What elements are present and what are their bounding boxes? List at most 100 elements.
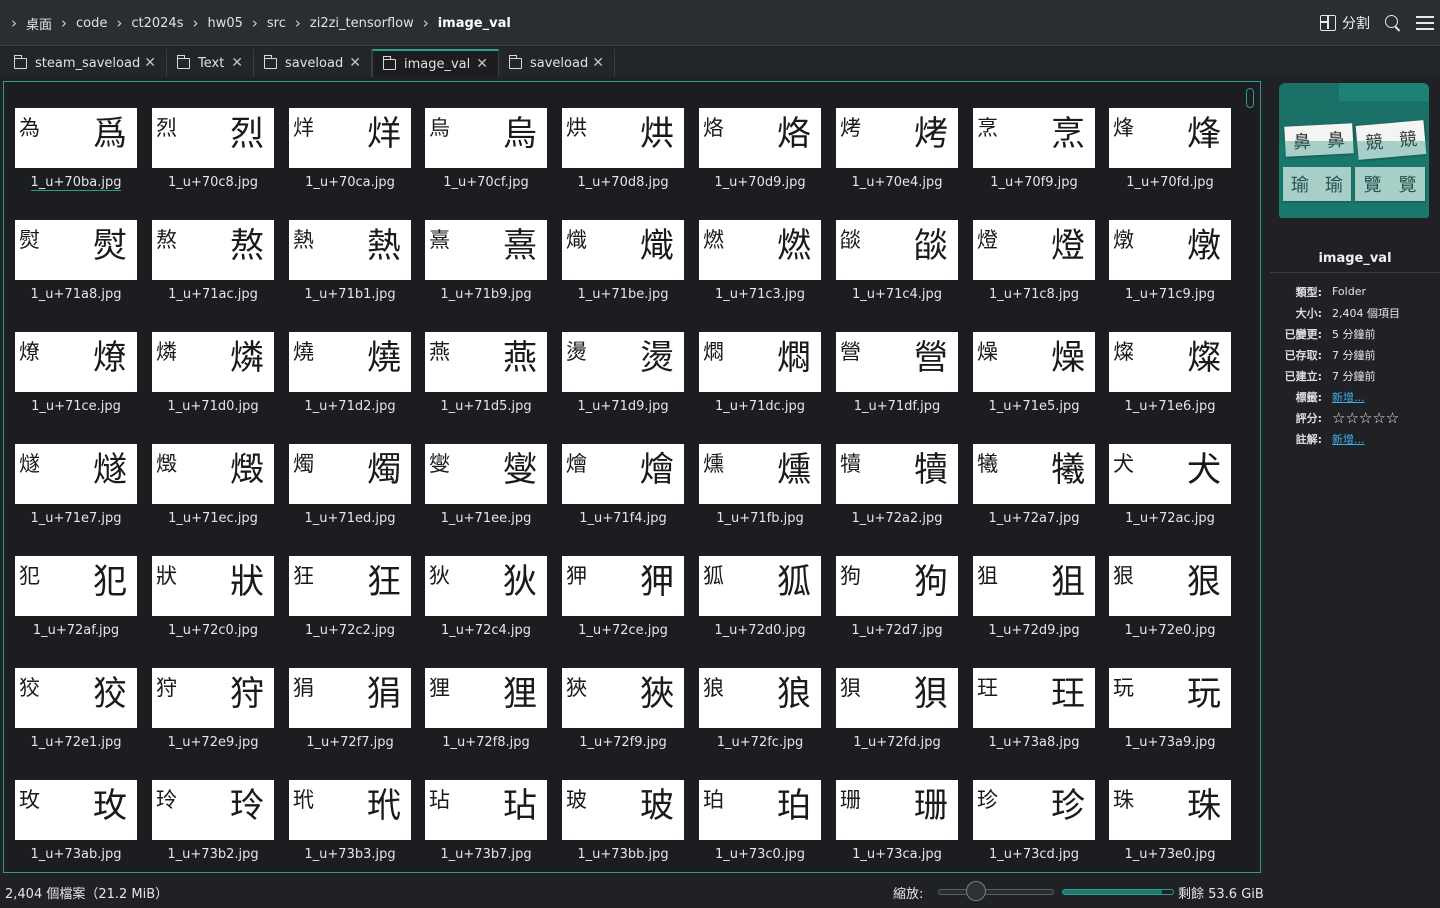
file-item[interactable]: 燒燒 1_u+71d2.jpg [289,332,411,432]
add-link[interactable]: 新增... [1332,389,1365,405]
rating-stars[interactable]: ☆☆☆☆☆ [1332,409,1399,427]
file-item[interactable]: 為爲 1_u+70ba.jpg [15,108,137,208]
file-item[interactable]: 狠狠 1_u+72e0.jpg [1109,556,1231,656]
tab[interactable]: Text ✕ [167,49,254,77]
file-item[interactable]: 狼狼 1_u+72fc.jpg [699,668,821,768]
file-item[interactable]: 烤烤 1_u+70e4.jpg [836,108,958,208]
file-item[interactable]: 熹熹 1_u+71b9.jpg [425,220,547,320]
breadcrumb-item[interactable]: › hw05 [183,14,242,32]
file-item[interactable]: 狷狷 1_u+72f7.jpg [289,668,411,768]
file-item[interactable]: 熾熾 1_u+71be.jpg [562,220,684,320]
close-tab-icon[interactable]: ✕ [231,55,243,71]
file-item[interactable]: 燃燃 1_u+71c3.jpg [699,220,821,320]
file-item[interactable]: 燦燦 1_u+71e6.jpg [1109,332,1231,432]
file-item[interactable]: 珍珍 1_u+73cd.jpg [973,780,1095,872]
file-item[interactable]: 燴燴 1_u+71f4.jpg [562,444,684,544]
file-item[interactable]: 熬熬 1_u+71ac.jpg [152,220,274,320]
file-item[interactable]: 狎狎 1_u+72ce.jpg [562,556,684,656]
file-item[interactable]: 燬燬 1_u+71ec.jpg [152,444,274,544]
file-item[interactable]: 狹狹 1_u+72f9.jpg [562,668,684,768]
zoom-slider-handle[interactable] [966,881,986,901]
file-item[interactable]: 狗狗 1_u+72d7.jpg [836,556,958,656]
file-item[interactable]: 燐燐 1_u+71d0.jpg [152,332,274,432]
file-item[interactable]: 犢犢 1_u+72a2.jpg [836,444,958,544]
file-icon-view[interactable]: 為爲 1_u+70ba.jpg 烈烈 1_u+70c8.jpg 烊烊 1_u+70ca.j… [3,81,1261,873]
tab[interactable]: steam_saveload ✕ [4,49,167,77]
file-item[interactable]: 燕燕 1_u+71d5.jpg [425,332,547,432]
file-item[interactable]: 燜燜 1_u+71dc.jpg [699,332,821,432]
file-item[interactable]: 燉燉 1_u+71c9.jpg [1109,220,1231,320]
image-thumbnail: 狄狄 [425,556,547,616]
breadcrumb-item[interactable]: › ct2024s [107,14,183,32]
file-item[interactable]: 玲玲 1_u+73b2.jpg [152,780,274,872]
close-tab-icon[interactable]: ✕ [144,55,156,71]
file-item[interactable]: 燻燻 1_u+71fb.jpg [699,444,821,544]
thumbnail-target-glyph: 狷 [367,674,401,714]
file-item[interactable]: 燧燧 1_u+71e7.jpg [15,444,137,544]
breadcrumb-item[interactable]: › zi2zi_tensorflow [286,14,414,32]
file-item[interactable]: 營營 1_u+71df.jpg [836,332,958,432]
file-item[interactable]: 燈燈 1_u+71c8.jpg [973,220,1095,320]
thumbnail-target-glyph: 熱 [367,226,401,266]
hamburger-menu-icon[interactable] [1416,16,1434,30]
file-item[interactable]: 玷玷 1_u+73b7.jpg [425,780,547,872]
file-item[interactable]: 犯犯 1_u+72af.jpg [15,556,137,656]
file-name: 1_u+70f9.jpg [990,175,1078,190]
breadcrumb-item[interactable]: › image_val [414,14,511,32]
file-item[interactable]: 玳玳 1_u+73b3.jpg [289,780,411,872]
file-item[interactable]: 烊烊 1_u+70ca.jpg [289,108,411,208]
thumbnail-source-glyph: 狂 [293,564,314,588]
file-item[interactable]: 珠珠 1_u+73e0.jpg [1109,780,1231,872]
file-item[interactable]: 珀珀 1_u+73c0.jpg [699,780,821,872]
thumbnail-source-glyph: 燻 [703,452,724,476]
file-item[interactable]: 熱熱 1_u+71b1.jpg [289,220,411,320]
file-item[interactable]: 狂狂 1_u+72c2.jpg [289,556,411,656]
file-item[interactable]: 燄燄 1_u+71c4.jpg [836,220,958,320]
thumbnail-source-glyph: 燉 [1113,228,1134,252]
file-item[interactable]: 玨玨 1_u+73a8.jpg [973,668,1095,768]
breadcrumb-item[interactable]: › code [52,14,107,32]
file-item[interactable]: 烙烙 1_u+70d9.jpg [699,108,821,208]
image-thumbnail: 烹烹 [973,108,1095,168]
tab[interactable]: image_val ✕ [372,49,499,77]
file-item[interactable]: 狙狙 1_u+72d9.jpg [973,556,1095,656]
file-item[interactable]: 犬犬 1_u+72ac.jpg [1109,444,1231,544]
file-item[interactable]: 燙燙 1_u+71d9.jpg [562,332,684,432]
zoom-slider-track[interactable] [938,889,1054,895]
file-item[interactable]: 狐狐 1_u+72d0.jpg [699,556,821,656]
file-item[interactable]: 玫玫 1_u+73ab.jpg [15,780,137,872]
file-item[interactable]: 烹烹 1_u+70f9.jpg [973,108,1095,208]
file-item[interactable]: 狽狽 1_u+72fd.jpg [836,668,958,768]
file-item[interactable]: 熨熨 1_u+71a8.jpg [15,220,137,320]
file-item[interactable]: 燎燎 1_u+71ce.jpg [15,332,137,432]
file-item[interactable]: 玩玩 1_u+73a9.jpg [1109,668,1231,768]
close-tab-icon[interactable]: ✕ [349,55,361,71]
breadcrumb-item[interactable]: › 桌面 [6,14,52,33]
breadcrumb-item[interactable]: › src [243,14,286,32]
file-item[interactable]: 狀狀 1_u+72c0.jpg [152,556,274,656]
close-tab-icon[interactable]: ✕ [476,56,488,72]
file-item[interactable]: 烽烽 1_u+70fd.jpg [1109,108,1231,208]
image-thumbnail: 燃燃 [699,220,821,280]
file-item[interactable]: 狄狄 1_u+72c4.jpg [425,556,547,656]
file-item[interactable]: 珊珊 1_u+73ca.jpg [836,780,958,872]
file-item[interactable]: 烏烏 1_u+70cf.jpg [425,108,547,208]
file-item[interactable]: 燮燮 1_u+71ee.jpg [425,444,547,544]
file-item[interactable]: 狡狡 1_u+72e1.jpg [15,668,137,768]
file-name: 1_u+72d0.jpg [714,623,806,638]
file-item[interactable]: 烈烈 1_u+70c8.jpg [152,108,274,208]
file-item[interactable]: 燭燭 1_u+71ed.jpg [289,444,411,544]
file-item[interactable]: 狸狸 1_u+72f8.jpg [425,668,547,768]
file-item[interactable]: 燥燥 1_u+71e5.jpg [973,332,1095,432]
add-link[interactable]: 新增... [1332,431,1365,447]
close-tab-icon[interactable]: ✕ [592,55,604,71]
file-item[interactable]: 玻玻 1_u+73bb.jpg [562,780,684,872]
tab[interactable]: saveload ✕ [499,49,615,77]
search-icon[interactable] [1384,14,1402,32]
vertical-scrollbar[interactable] [1246,88,1254,108]
file-item[interactable]: 狩狩 1_u+72e9.jpg [152,668,274,768]
split-view-button[interactable]: 分割 [1320,13,1370,33]
tab[interactable]: saveload ✕ [254,49,372,77]
file-item[interactable]: 烘烘 1_u+70d8.jpg [562,108,684,208]
file-item[interactable]: 犧犧 1_u+72a7.jpg [973,444,1095,544]
